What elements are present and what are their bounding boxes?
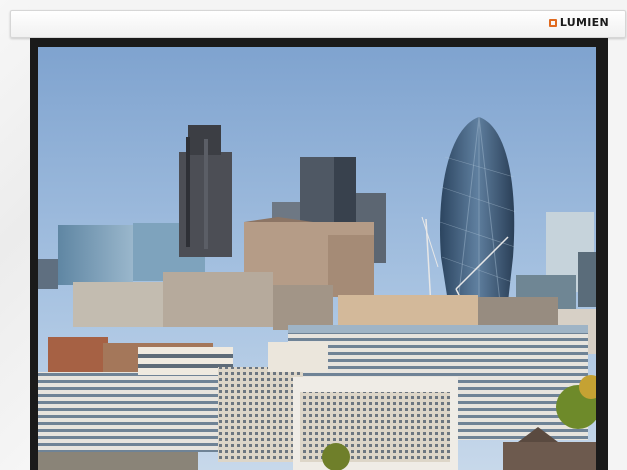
background-panel <box>0 0 30 470</box>
projection-surface <box>38 47 596 470</box>
square-outline-icon <box>548 18 557 27</box>
brand-name: LUMIEN <box>559 16 609 29</box>
brand-logo: LUMIEN <box>548 16 609 29</box>
projector-screen-housing: LUMIEN <box>10 10 626 38</box>
city-skyline-photo <box>38 47 596 470</box>
